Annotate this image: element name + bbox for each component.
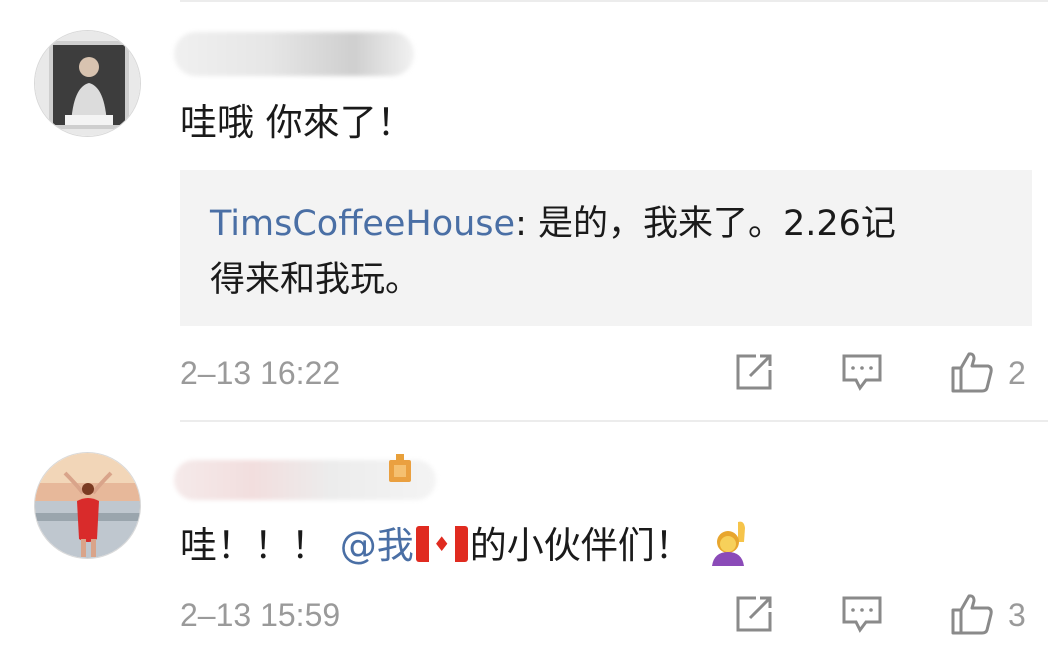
comment-item: 哇哦 你來了！ TimsCoffeeHouse: 是的，我来了。2.26记 得来… — [0, 0, 1048, 424]
like-count: 2 — [1008, 355, 1026, 391]
reply-text-line2: 得来和我玩。 — [210, 260, 421, 300]
comment-text-start: 哇！！！ — [180, 524, 328, 567]
like-count: 3 — [1008, 597, 1026, 633]
comment-divider — [180, 420, 1048, 422]
reply-username[interactable]: TimsCoffeeHouse — [210, 204, 515, 244]
avatar[interactable] — [34, 30, 141, 137]
comment-icon[interactable] — [840, 592, 884, 636]
comment-item: 哇！！！ @我 ♦ 的小伙伴们！ 2–13 15:59 3 — [0, 424, 1048, 660]
thumbs-up-icon[interactable] — [950, 592, 994, 636]
comment-text: 哇哦 你來了！ — [180, 101, 414, 144]
reply-text-line1: : 是的，我来了。2.26记 — [515, 204, 896, 244]
timestamp: 2–13 15:59 — [180, 597, 341, 633]
mention-link[interactable]: @我 — [340, 524, 414, 567]
avatar[interactable] — [34, 452, 141, 559]
username-blurred[interactable] — [174, 32, 414, 76]
comment-icon[interactable] — [840, 350, 884, 394]
comment-text: 哇！！！ @我 ♦ 的小伙伴们！ — [180, 518, 754, 571]
comment-text-end: 的小伙伴们！ — [469, 524, 692, 567]
person-raising-hand-icon — [706, 518, 754, 566]
share-icon[interactable] — [732, 592, 776, 636]
thumbs-up-icon[interactable] — [950, 350, 994, 394]
medal-badge-icon — [387, 454, 413, 484]
timestamp: 2–13 16:22 — [180, 355, 341, 391]
share-icon[interactable] — [732, 350, 776, 394]
reply-box[interactable]: TimsCoffeeHouse: 是的，我来了。2.26记 得来和我玩。 — [180, 170, 1032, 326]
canada-flag-icon: ♦ — [415, 526, 468, 562]
